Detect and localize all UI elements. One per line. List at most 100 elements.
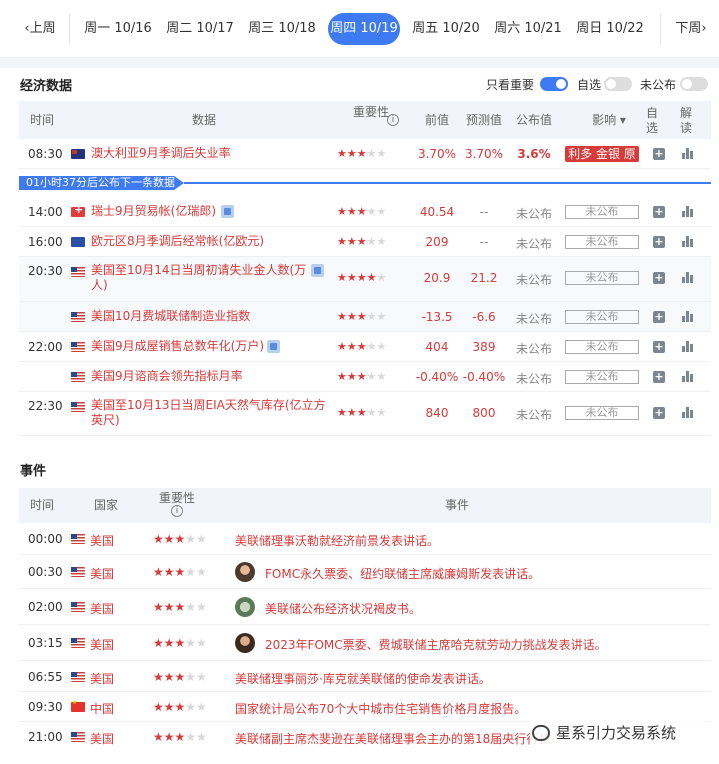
forecast-value: 3.70%: [464, 147, 504, 161]
importance-stars: ★★★★★: [337, 370, 387, 383]
table-row[interactable]: 14:00 瑞士9月贸易帐(亿瑞郎) ★★★★★ 40.54 -- 未公布 未公…: [19, 197, 711, 227]
add-watch-icon[interactable]: +: [653, 407, 665, 419]
data-name-link[interactable]: 美国9月成屋销售总数年化(万户): [91, 339, 264, 354]
toggle-knob: [682, 79, 692, 89]
add-watch-icon[interactable]: +: [653, 148, 665, 160]
event-country: 美国: [90, 567, 115, 581]
table-row[interactable]: 08:30 澳大利亚9月季调后失业率 ★★★★★ 3.70% 3.70% 3.6…: [19, 139, 711, 169]
table-row[interactable]: 22:00 美国9月成屋销售总数年化(万户) ★★★★★ 404 389 未公布…: [19, 332, 711, 362]
day-tab-active[interactable]: 周四 10/19: [328, 13, 400, 45]
event-text[interactable]: 美联储理事沃勒就经济前景发表讲话。: [235, 532, 439, 549]
flag-us-icon: [71, 732, 85, 742]
toggle-watchlist[interactable]: [604, 77, 632, 91]
toggle-knob: [606, 79, 616, 89]
event-row[interactable]: 09:30 中国 ★★★★★ 国家统计局公布70个大中城市住宅销售价格月度报告。: [19, 692, 711, 722]
flag-us-icon: [71, 638, 85, 648]
event-country: 美国: [90, 602, 115, 616]
chart-bar-icon[interactable]: [682, 272, 694, 283]
toggle-unpublished[interactable]: [680, 77, 708, 91]
event-text[interactable]: 美联储理事丽莎·库克就美联储的使命发表讲话。: [235, 670, 491, 687]
add-watch-icon[interactable]: +: [653, 236, 665, 248]
flag-us-icon: [71, 567, 85, 577]
data-name-link[interactable]: 美国9月谘商会领先指标月率: [91, 369, 243, 384]
events-section-title: 事件: [20, 464, 47, 479]
event-row[interactable]: 06:55 美国 ★★★★★ 美联储理事丽莎·库克就美联储的使命发表讲话。: [19, 661, 711, 692]
table-row[interactable]: 20:30 美国至10月14日当周初请失业金人数(万 人) ★★★★★ 20.9 …: [19, 257, 711, 302]
event-row[interactable]: 00:30 美国 ★★★★★ FOMC永久票委、纽约联储主席威廉姆斯发表讲话。: [19, 555, 711, 589]
forecast-value: 21.2: [470, 271, 498, 285]
chart-bar-icon[interactable]: [682, 148, 694, 159]
impact-pending: 未公布: [565, 205, 639, 219]
report-icon: [311, 264, 324, 277]
chart-bar-icon[interactable]: [682, 236, 694, 247]
header-prev: 前值: [424, 113, 449, 127]
data-name-link[interactable]: 澳大利亚9月季调后失业率: [91, 146, 231, 161]
add-watch-icon[interactable]: +: [653, 341, 665, 353]
event-row[interactable]: 02:00 美国 ★★★★★ 美联储公布经济状况褐皮书。: [19, 589, 711, 625]
add-watch-icon[interactable]: +: [653, 206, 665, 218]
data-name-link[interactable]: 瑞士9月贸易帐(亿瑞郎): [91, 204, 216, 219]
divider: [69, 14, 70, 44]
importance-stars: ★★★★★: [153, 670, 207, 684]
header-actual: 公布值: [515, 113, 552, 127]
event-row[interactable]: 00:00 美国 ★★★★★ 美联储理事沃勒就经济前景发表讲话。: [19, 523, 711, 555]
impact-pending: 未公布: [565, 406, 639, 420]
data-name-link[interactable]: 美国至10月14日当周初请失业金人数(万 人): [91, 263, 311, 293]
event-text[interactable]: FOMC永久票委、纽约联储主席威廉姆斯发表讲话。: [265, 565, 540, 582]
prev-week-button[interactable]: ‹上周: [18, 13, 62, 45]
importance-stars: ★★★★★: [153, 636, 207, 650]
table-row[interactable]: 美国9月谘商会领先指标月率 ★★★★★ -0.40% -0.40% 未公布 未公…: [19, 362, 711, 392]
next-week-button[interactable]: 下周›: [668, 13, 714, 45]
wechat-watermark: 星系引力交易系统: [530, 719, 705, 747]
event-row[interactable]: 03:15 美国 ★★★★★ 2023年FOMC票委、费城联储主席哈克就劳动力挑…: [19, 625, 711, 661]
add-watch-icon[interactable]: +: [653, 272, 665, 284]
event-text[interactable]: 2023年FOMC票委、费城联储主席哈克就劳动力挑战发表讲话。: [265, 636, 607, 653]
chart-bar-icon[interactable]: [682, 206, 694, 217]
event-text[interactable]: 美联储公布经济状况褐皮书。: [265, 600, 421, 617]
header-watch: 自选: [645, 106, 658, 135]
actual-value: 3.6%: [517, 147, 551, 161]
impact-pending: 未公布: [565, 235, 639, 249]
prev-value: 404: [425, 340, 449, 354]
chart-bar-icon[interactable]: [682, 407, 694, 418]
econ-table-header: 时间 数据 重要性 i 前值 预测值 公布值 影响 ▾ 自选 解读: [19, 101, 711, 139]
flag-us-icon: [71, 372, 85, 382]
event-time: 00:30: [28, 565, 63, 579]
importance-stars: ★★★★★: [337, 310, 387, 323]
importance-stars: ★★★★★: [337, 235, 387, 248]
table-row[interactable]: 22:30 美国至10月13日当周EIA天然气库存(亿立方 英尺) ★★★★★ 8…: [19, 392, 711, 436]
econ-section-title: 经济数据: [20, 79, 73, 94]
day-tab[interactable]: 周日 10/22: [574, 13, 646, 45]
prev-value: 840: [425, 406, 449, 420]
info-icon[interactable]: i: [387, 114, 399, 126]
actual-value: 未公布: [515, 408, 552, 422]
data-name-link[interactable]: 美国10月费城联储制造业指数: [91, 309, 250, 324]
table-row[interactable]: 美国10月费城联储制造业指数 ★★★★★ -13.5 -6.6 未公布 未公布 …: [19, 302, 711, 332]
importance-stars: ★★★★★: [153, 565, 207, 579]
data-name-link[interactable]: 美国至10月13日当周EIA天然气库存(亿立方 英尺): [91, 398, 331, 428]
info-icon[interactable]: i: [171, 505, 183, 517]
add-watch-icon[interactable]: +: [653, 311, 665, 323]
data-name-link[interactable]: 欧元区8月季调后经常帐(亿欧元): [91, 234, 264, 249]
event-time: 02:00: [28, 600, 63, 614]
impact-pending: 未公布: [565, 310, 639, 324]
event-text[interactable]: 国家统计局公布70个大中城市住宅销售价格月度报告。: [235, 700, 526, 717]
table-row[interactable]: 16:00 欧元区8月季调后经常帐(亿欧元) ★★★★★ 209 -- 未公布 …: [19, 227, 711, 257]
add-watch-icon[interactable]: +: [653, 371, 665, 383]
prev-value: 20.9: [423, 271, 451, 285]
day-tab[interactable]: 周一 10/16: [82, 13, 154, 45]
header-event: 事件: [444, 498, 469, 512]
event-time: 09:30: [28, 700, 63, 714]
chart-bar-icon[interactable]: [682, 341, 694, 352]
chart-bar-icon[interactable]: [682, 371, 694, 382]
toggle-label-important: 只看重要: [486, 78, 535, 92]
toggle-important[interactable]: [540, 77, 568, 91]
day-tab[interactable]: 周五 10/20: [410, 13, 482, 45]
day-tab[interactable]: 周三 10/18: [246, 13, 318, 45]
day-tab[interactable]: 周六 10/21: [492, 13, 564, 45]
day-tab[interactable]: 周二 10/17: [164, 13, 236, 45]
chart-bar-icon[interactable]: [682, 311, 694, 322]
prev-value: -13.5: [421, 310, 453, 324]
event-text[interactable]: 美联储副主席杰斐逊在美联储理事会主办的第18届央行行长: [235, 730, 550, 747]
header-impact[interactable]: 影响 ▾: [579, 113, 639, 128]
